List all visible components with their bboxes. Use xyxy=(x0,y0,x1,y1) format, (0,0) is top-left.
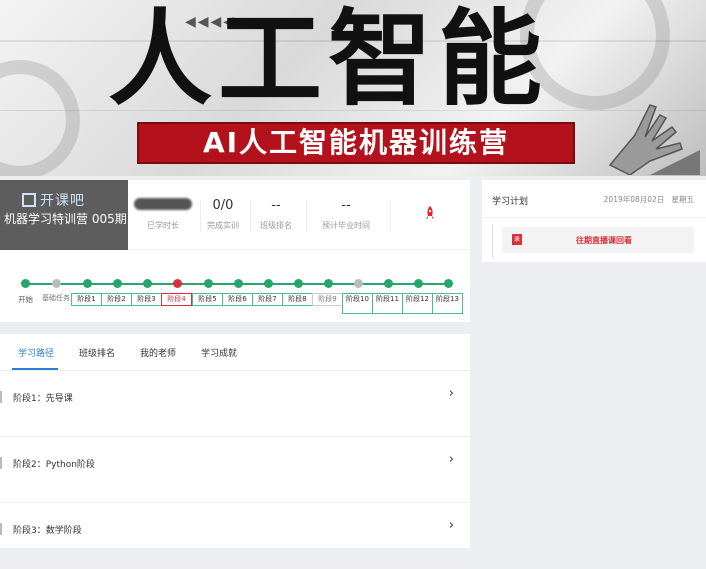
progress-dot[interactable] xyxy=(173,279,182,288)
stage-row[interactable]: 阶段2：Python阶段 › xyxy=(0,437,470,503)
chevron-right-icon: › xyxy=(448,518,454,533)
progress-dot[interactable] xyxy=(204,279,213,288)
banner-title: 人工智能 xyxy=(108,0,549,120)
logo-mark-icon xyxy=(22,193,36,207)
stage-box-2[interactable]: 阶段2 xyxy=(101,293,132,306)
hero-banner: ◀◀◀◀ ▸▸▸ 人工智能 AI人工智能机器训练营 xyxy=(0,0,706,176)
progress-dot[interactable] xyxy=(264,279,273,288)
plan-item[interactable]: 录 往期直播课回看 xyxy=(502,227,694,253)
stage-marker xyxy=(0,523,2,535)
course-name: 机器学习特训营 005期 xyxy=(4,212,127,226)
divider xyxy=(390,200,391,232)
divider xyxy=(482,217,706,218)
tab-my-teachers[interactable]: 我的老师 xyxy=(140,346,176,359)
chevron-right-icon: › xyxy=(448,386,454,401)
progress-dot[interactable] xyxy=(143,279,152,288)
stat-class-rank: -- 班级排名 xyxy=(241,198,311,231)
replay-link[interactable]: 往期直播课回看 xyxy=(576,235,632,246)
tab-learning-path[interactable]: 学习路径 xyxy=(18,346,54,359)
tab-bar: 学习路径 班级排名 我的老师 学习成就 xyxy=(0,334,470,371)
stat-label: 预计毕业时间 xyxy=(322,221,370,230)
progress-dot[interactable] xyxy=(324,279,333,288)
progress-dot[interactable] xyxy=(414,279,423,288)
active-tab-indicator xyxy=(12,368,58,370)
progress-dot[interactable] xyxy=(384,279,393,288)
course-card: 开课吧 机器学习特训营 005期 已学时长 0/0 完成实训 -- 班级排名 -… xyxy=(0,180,470,322)
plan-date: 2019年08月02日 星期五 xyxy=(604,194,694,205)
progress-dot[interactable] xyxy=(444,279,453,288)
course-logo[interactable]: 开课吧 机器学习特训营 005期 xyxy=(0,180,128,250)
blurred-value xyxy=(134,198,192,210)
stat-value: -- xyxy=(341,198,351,213)
study-plan-card: 学习计划 2019年08月02日 星期五 录 往期直播课回看 xyxy=(482,180,706,262)
robot-hand-icon xyxy=(608,104,700,175)
stage-box-13[interactable]: 阶段13 xyxy=(432,293,463,314)
stage-marker xyxy=(0,391,2,403)
record-badge: 录 xyxy=(512,234,522,245)
progress-dot[interactable] xyxy=(113,279,122,288)
progress-dot[interactable] xyxy=(21,279,30,288)
date-text: 2019年08月02日 xyxy=(603,195,665,204)
rocket-icon[interactable] xyxy=(424,206,436,224)
timeline-line xyxy=(492,224,493,258)
stage-box-10[interactable]: 阶段10 xyxy=(342,293,373,314)
stage-box-1[interactable]: 阶段1 xyxy=(71,293,102,306)
stage-box-11[interactable]: 阶段11 xyxy=(372,293,403,314)
stat-value: -- xyxy=(271,198,281,213)
stage-box-4[interactable]: 阶段4 xyxy=(161,293,192,306)
tab-class-ranking[interactable]: 班级排名 xyxy=(79,346,115,359)
progress-dot[interactable] xyxy=(234,279,243,288)
gear-decoration xyxy=(0,60,80,176)
stage-box-8[interactable]: 阶段8 xyxy=(282,293,313,306)
progress-dot[interactable] xyxy=(83,279,92,288)
progress-dot[interactable] xyxy=(52,279,61,288)
brand-logo: 开课吧 xyxy=(22,190,85,210)
stage-row[interactable]: 阶段3：数学阶段 › xyxy=(0,503,470,569)
stage-box-12[interactable]: 阶段12 xyxy=(402,293,433,314)
course-header: 开课吧 机器学习特训营 005期 已学时长 0/0 完成实训 -- 班级排名 -… xyxy=(0,180,470,250)
stage-box-7[interactable]: 阶段7 xyxy=(252,293,283,306)
logo-text: 开课吧 xyxy=(40,193,85,209)
plan-title: 学习计划 xyxy=(492,197,529,207)
banner-subtitle: AI人工智能机器训练营 xyxy=(137,122,575,164)
start-label: 开始 xyxy=(18,295,33,304)
progress-dot[interactable] xyxy=(294,279,303,288)
stage-marker xyxy=(0,457,2,469)
stage-box-9[interactable]: 阶段9 xyxy=(312,293,343,306)
chevron-right-icon: › xyxy=(448,452,454,467)
progress-dot[interactable] xyxy=(354,279,363,288)
stage-box-3[interactable]: 阶段3 xyxy=(131,293,162,306)
stage-box-6[interactable]: 阶段6 xyxy=(222,293,253,306)
progress-track: 开始 基础任务 阶段1 阶段2 阶段3 阶段4 阶段5 阶段6 阶段7 阶段8 阶段9 阶段10 阶段1… xyxy=(0,250,470,322)
base-task-box[interactable]: 基础任务 xyxy=(39,293,73,303)
tab-achievements[interactable]: 学习成就 xyxy=(201,346,237,359)
weekday-text: 星期五 xyxy=(671,195,695,204)
stage-label: 阶段3：数学阶段 xyxy=(13,526,82,536)
stage-label: 阶段2：Python阶段 xyxy=(13,460,95,470)
stat-graduation-time: -- 预计毕业时间 xyxy=(311,198,381,231)
stat-label: 班级排名 xyxy=(260,221,292,230)
stage-row[interactable]: 阶段1：先导课 › xyxy=(0,371,470,437)
stage-label: 阶段1：先导课 xyxy=(13,394,73,404)
stage-box-5[interactable]: 阶段5 xyxy=(192,293,223,306)
learning-tabs-card: 学习路径 班级排名 我的老师 学习成就 阶段1：先导课 › 阶段2：Python… xyxy=(0,334,470,569)
divider xyxy=(306,200,307,232)
